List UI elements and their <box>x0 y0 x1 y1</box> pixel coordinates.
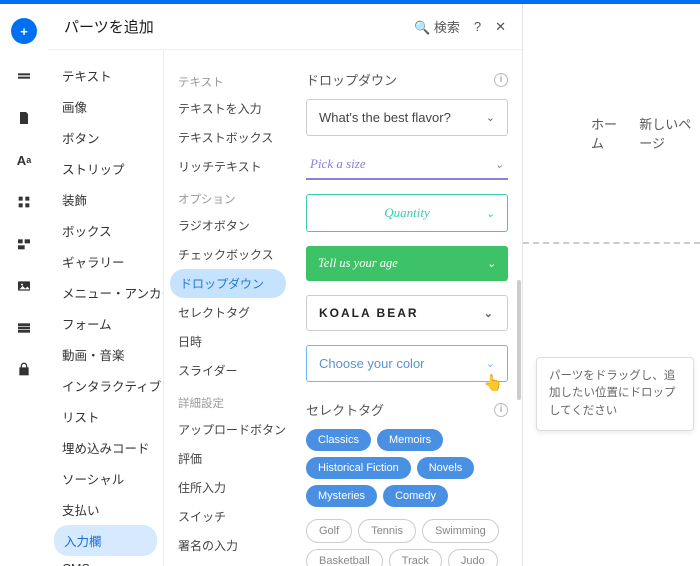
category-item[interactable]: ギャラリー <box>48 246 163 277</box>
subcategory-item[interactable]: リッチテキスト <box>164 152 292 181</box>
category-item[interactable]: ソーシャル <box>48 463 163 494</box>
dropdown-koala[interactable]: KOALA BEAR⌄ <box>306 295 508 331</box>
tag[interactable]: Basketball <box>306 549 383 566</box>
subcategory-item[interactable]: セレクトタグ <box>164 298 292 327</box>
dropdown-flavor[interactable]: What's the best flavor?⌄ <box>306 99 508 136</box>
subcategory-list: テキストテキストを入力テキストボックスリッチテキストオプションラジオボタンチェッ… <box>164 50 292 566</box>
grid-icon[interactable] <box>14 192 34 212</box>
chevron-down-icon: ⌄ <box>486 207 495 220</box>
tag[interactable]: Historical Fiction <box>306 457 411 479</box>
drag-hint-tooltip: パーツをドラッグし、追加したい位置にドロップしてください <box>536 357 694 431</box>
data-icon[interactable] <box>14 318 34 338</box>
category-item[interactable]: 動画・音楽 <box>48 339 163 370</box>
add-panel: パーツを追加 🔍 検索 ? ✕ テキスト画像ボタンストリップ装飾ボックスギャラリ… <box>48 4 523 566</box>
chevron-down-icon: ⌄ <box>484 307 495 320</box>
subcategory-item[interactable]: ドロップダウン <box>170 269 286 298</box>
panel-header: パーツを追加 🔍 検索 ? ✕ <box>48 4 522 50</box>
info-icon[interactable]: i <box>494 73 508 87</box>
canvas-area: ホーム 新しいページ <box>523 4 700 566</box>
category-item[interactable]: 入力欄 <box>54 525 157 556</box>
close-icon[interactable]: ✕ <box>495 19 506 35</box>
subcategory-item[interactable]: 評価 <box>164 444 292 473</box>
dropdown-quantity[interactable]: Quantity⌄ <box>306 194 508 232</box>
section-title: ドロップダウン <box>306 70 397 89</box>
dropdown-size[interactable]: Pick a size⌄ <box>306 150 508 180</box>
subcategory-item[interactable]: 住所入力 <box>164 473 292 502</box>
page-icon[interactable] <box>14 108 34 128</box>
app-icon[interactable] <box>14 234 34 254</box>
category-item[interactable]: ボタン <box>48 122 163 153</box>
category-item[interactable]: テキスト <box>48 60 163 91</box>
tag[interactable]: Classics <box>306 429 371 451</box>
subcategory-item[interactable]: アップロードボタン <box>164 415 292 444</box>
font-icon[interactable]: Aa <box>14 150 34 170</box>
tag[interactable]: Tennis <box>358 519 416 543</box>
dropdown-color[interactable]: Choose your color⌄👆 <box>306 345 508 382</box>
subcategory-item[interactable]: 署名の入力 <box>164 531 292 560</box>
tag[interactable]: Track <box>389 549 442 566</box>
subcategory-item[interactable]: ラジオボタン <box>164 211 292 240</box>
image-icon[interactable] <box>14 276 34 296</box>
store-icon[interactable] <box>14 360 34 380</box>
category-item[interactable]: CMS <box>48 556 163 566</box>
subcategory-item[interactable]: テキストを入力 <box>164 94 292 123</box>
cursor-icon: 👆 <box>483 373 503 393</box>
category-item[interactable]: インタラクティブ <box>48 370 163 401</box>
chevron-down-icon: ⌄ <box>495 158 504 171</box>
subcategory-item[interactable]: チェックボックス <box>164 240 292 269</box>
subcategory-item[interactable]: スイッチ <box>164 502 292 531</box>
tag[interactable]: Swimming <box>422 519 499 543</box>
category-item[interactable]: 支払い <box>48 494 163 525</box>
category-item[interactable]: ストリップ <box>48 153 163 184</box>
category-list: テキスト画像ボタンストリップ装飾ボックスギャラリーメニュー・アンカーフォーム動画… <box>48 50 164 566</box>
tag[interactable]: Mysteries <box>306 485 377 507</box>
subcategory-item[interactable]: 日時 <box>164 327 292 356</box>
category-item[interactable]: フォーム <box>48 308 163 339</box>
section-title: セレクトタグ <box>306 400 384 419</box>
chevron-down-icon: ⌄ <box>486 111 495 124</box>
section-icon[interactable] <box>14 66 34 86</box>
tag[interactable]: Comedy <box>383 485 448 507</box>
subcategory-item[interactable]: スライダー <box>164 356 292 385</box>
category-item[interactable]: 埋め込みコード <box>48 432 163 463</box>
tag[interactable]: Novels <box>417 457 475 479</box>
left-icon-rail: + Aa <box>0 4 48 566</box>
nav-home[interactable]: ホーム <box>591 114 621 152</box>
search-button[interactable]: 🔍 検索 <box>414 17 460 36</box>
tag[interactable]: Memoirs <box>377 429 443 451</box>
category-item[interactable]: リスト <box>48 401 163 432</box>
category-item[interactable]: ボックス <box>48 215 163 246</box>
tag[interactable]: Golf <box>306 519 352 543</box>
group-title: オプション <box>164 187 292 211</box>
group-title: テキスト <box>164 70 292 94</box>
drop-guide <box>523 242 700 244</box>
chevron-down-icon: ⌄ <box>486 357 495 370</box>
dropdown-age[interactable]: Tell us your age⌄ <box>306 246 508 281</box>
add-icon[interactable]: + <box>11 18 37 44</box>
help-button[interactable]: ? <box>474 19 481 34</box>
category-item[interactable]: 画像 <box>48 91 163 122</box>
subcategory-item[interactable]: テキストボックス <box>164 123 292 152</box>
tag-group-gray: GolfTennisSwimming Basketball Track Judo <box>306 519 508 566</box>
panel-title: パーツを追加 <box>64 16 154 37</box>
tag-group-blue: Classics Memoirs Historical Fiction Novels M… <box>306 429 508 507</box>
category-item[interactable]: 装飾 <box>48 184 163 215</box>
scrollbar[interactable] <box>517 280 521 400</box>
info-icon[interactable]: i <box>494 403 508 417</box>
nav-newpage[interactable]: 新しいページ <box>639 114 700 152</box>
preview-pane: ドロップダウン i What's the best flavor?⌄ Pick a… <box>292 50 522 566</box>
chevron-down-icon: ⌄ <box>487 257 496 270</box>
category-item[interactable]: メニュー・アンカー <box>48 277 163 308</box>
tag[interactable]: Judo <box>448 549 498 566</box>
group-title: 詳細設定 <box>164 391 292 415</box>
